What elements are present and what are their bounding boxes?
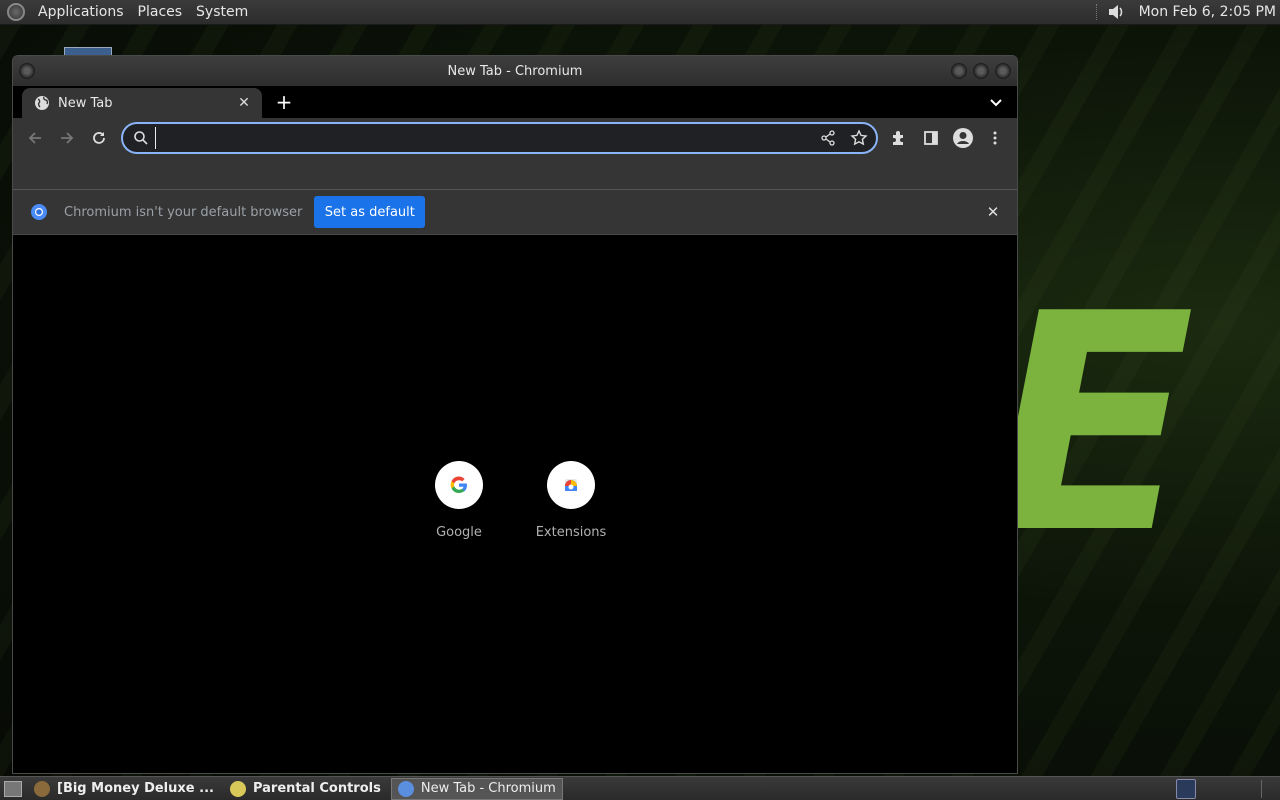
menu-button[interactable]: [979, 122, 1011, 154]
infobar-close-icon[interactable]: ✕: [983, 202, 1003, 222]
bottom-panel: [Big Money Deluxe ... Parental Controls …: [0, 776, 1280, 800]
taskbar-item-label: [Big Money Deluxe ...: [57, 781, 214, 796]
tray-chromium-icon[interactable]: [1176, 779, 1196, 799]
back-button[interactable]: [19, 122, 51, 154]
browser-window: New Tab - Chromium New Tab ✕ + Chromium …: [12, 55, 1018, 774]
window-menu-button[interactable]: [19, 63, 35, 79]
close-window-button[interactable]: [995, 63, 1011, 79]
infobar-message: Chromium isn't your default browser: [64, 204, 303, 220]
reload-icon: [93, 132, 105, 144]
arrow-right-icon: [61, 132, 74, 144]
tab-close-icon[interactable]: ✕: [234, 93, 254, 113]
tab-new-tab[interactable]: New Tab ✕: [22, 88, 262, 118]
window-title: New Tab - Chromium: [447, 63, 583, 79]
taskbar-item[interactable]: Parental Controls: [224, 778, 387, 800]
tab-strip: New Tab ✕ +: [13, 86, 1017, 118]
taskbar-item[interactable]: [Big Money Deluxe ...: [28, 778, 220, 800]
maximize-button[interactable]: [973, 63, 989, 79]
search-icon: [134, 131, 148, 145]
chrome-web-store-icon: [547, 461, 595, 509]
wallpaper-letter: E: [990, 250, 1195, 599]
address-bar[interactable]: [121, 122, 878, 154]
default-browser-infobar: Chromium isn't your default browser Set …: [13, 190, 1017, 235]
taskbar-item-label: New Tab - Chromium: [420, 781, 556, 796]
top-panel: Applications Places System Mon Feb 6, 2:…: [0, 0, 1280, 25]
volume-icon[interactable]: [1107, 3, 1125, 21]
avatar-icon: [953, 128, 973, 148]
menu-system[interactable]: System: [189, 4, 255, 20]
new-tab-button[interactable]: +: [273, 90, 295, 114]
browser-toolbar: [13, 118, 1017, 158]
extensions-button[interactable]: [883, 122, 915, 154]
chromium-icon: [397, 780, 414, 797]
arrow-left-icon: [28, 132, 41, 144]
taskbar-item-active[interactable]: New Tab - Chromium: [390, 777, 563, 800]
bookmarks-bar: [13, 158, 1017, 190]
distro-logo-icon[interactable]: [7, 3, 25, 21]
profile-button[interactable]: [947, 122, 979, 154]
shortcut-extensions[interactable]: Extensions: [521, 461, 621, 540]
bookmark-star-icon[interactable]: [850, 129, 868, 147]
clock[interactable]: Mon Feb 6, 2:05 PM: [1139, 4, 1276, 20]
set-as-default-button[interactable]: Set as default: [314, 196, 426, 228]
game-icon: [34, 780, 50, 797]
taskbar-item-label: Parental Controls: [252, 781, 381, 796]
show-desktop-icon[interactable]: [4, 780, 22, 797]
menu-places[interactable]: Places: [131, 4, 190, 20]
puzzle-icon: [893, 131, 903, 145]
forward-button[interactable]: [51, 122, 83, 154]
tab-title: New Tab: [58, 95, 113, 111]
parental-controls-icon: [229, 780, 246, 797]
address-input[interactable]: [155, 127, 795, 149]
chevron-down-icon[interactable]: [987, 93, 1005, 111]
google-icon: [435, 461, 483, 509]
shortcut-google[interactable]: Google: [409, 461, 509, 540]
globe-icon: [35, 96, 49, 110]
minimize-button[interactable]: [951, 63, 967, 79]
shortcut-label: Extensions: [535, 525, 607, 540]
shortcut-label: Google: [436, 525, 482, 540]
window-titlebar[interactable]: New Tab - Chromium: [13, 56, 1017, 86]
more-vert-icon: [993, 131, 997, 145]
new-tab-page: Google Extensions: [13, 236, 1017, 773]
chromium-icon: [31, 204, 47, 220]
menu-applications[interactable]: Applications: [31, 4, 131, 20]
panel-handle: [1095, 4, 1099, 20]
side-panel-icon: [924, 131, 938, 145]
share-icon[interactable]: [820, 130, 836, 146]
panel-separator: [1261, 780, 1262, 798]
side-panel-button[interactable]: [915, 122, 947, 154]
toolbar-actions: [883, 122, 1011, 154]
reload-button[interactable]: [83, 122, 115, 154]
